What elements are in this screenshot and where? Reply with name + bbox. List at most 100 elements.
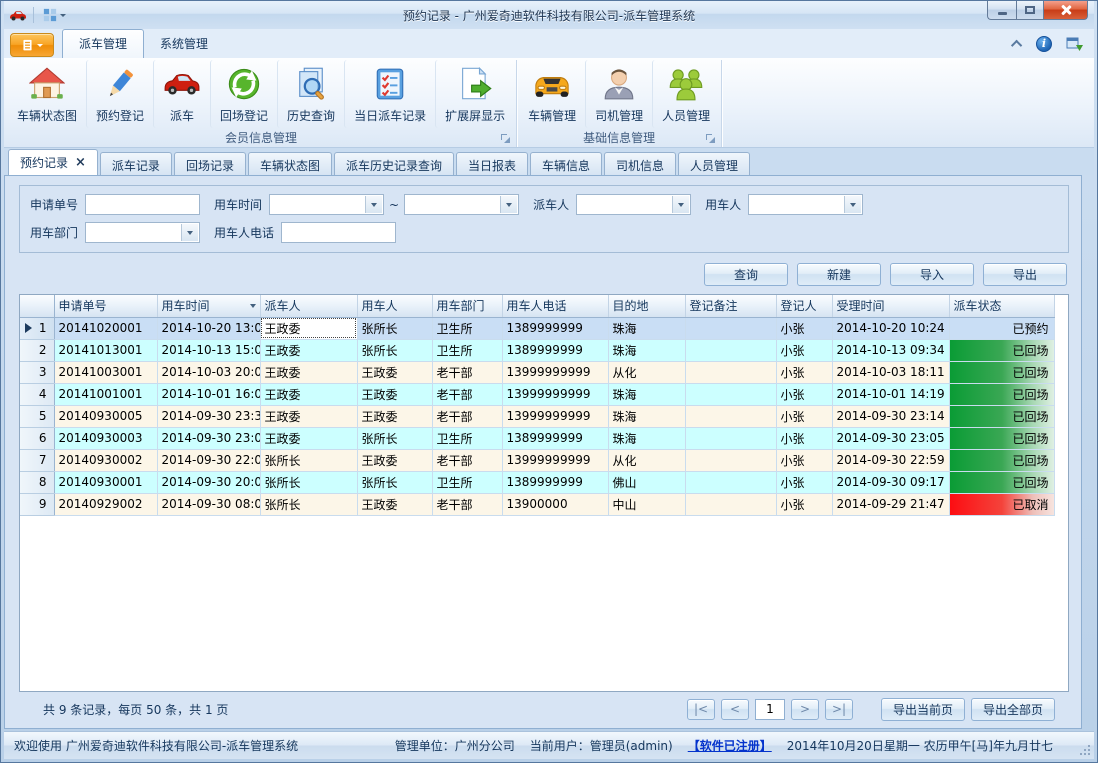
cell-dept[interactable]: 老干部	[432, 493, 502, 515]
cell-accept-time[interactable]: 2014-10-03 18:11	[832, 361, 949, 383]
cell-remark[interactable]	[685, 471, 776, 493]
cell-status[interactable]: 已回场	[949, 405, 1054, 427]
ribbon-button-today-dispatch-records[interactable]: 当日派车记录	[344, 60, 435, 128]
export-button[interactable]: 导出	[983, 263, 1067, 286]
cell-destination[interactable]: 中山	[608, 493, 685, 515]
cell-destination[interactable]: 从化	[608, 361, 685, 383]
cell-user[interactable]: 王政委	[357, 361, 432, 383]
cell-destination[interactable]: 珠海	[608, 317, 685, 339]
cell-phone[interactable]: 1389999999	[502, 471, 608, 493]
cell-dispatcher[interactable]: 王政委	[260, 405, 357, 427]
cell-use-time[interactable]: 2014-10-20 13:00	[157, 317, 260, 339]
cell-use-time[interactable]: 2014-09-30 23:30	[157, 405, 260, 427]
cell-phone[interactable]: 1389999999	[502, 317, 608, 339]
cell-user[interactable]: 王政委	[357, 383, 432, 405]
doc-tab-driver-info[interactable]: 司机信息	[604, 152, 676, 175]
table-row[interactable]: 6 20140930003 2014-09-30 23:00 王政委 张所长 卫…	[20, 427, 1054, 449]
cell-remark[interactable]	[685, 405, 776, 427]
license-status-link[interactable]: 【软件已注册】	[688, 737, 772, 754]
cell-accept-time[interactable]: 2014-09-30 23:05	[832, 427, 949, 449]
export-current-page-button[interactable]: 导出当前页	[881, 698, 965, 721]
cell-destination[interactable]: 佛山	[608, 471, 685, 493]
cell-dispatcher[interactable]: 王政委	[260, 339, 357, 361]
cell-registrar[interactable]: 小张	[776, 339, 832, 361]
row-selector-cell[interactable]: 7	[20, 449, 54, 471]
cell-destination[interactable]: 珠海	[608, 339, 685, 361]
row-selector-cell[interactable]: 8	[20, 471, 54, 493]
cell-order-no[interactable]: 20140930005	[54, 405, 157, 427]
cell-dept[interactable]: 卫生所	[432, 339, 502, 361]
cell-phone[interactable]: 13999999999	[502, 383, 608, 405]
doc-tab-dispatch-history-query[interactable]: 派车历史记录查询	[334, 152, 454, 175]
resize-grip[interactable]	[1088, 753, 1090, 755]
prev-page-button[interactable]: <	[721, 699, 749, 720]
row-selector-cell[interactable]: 2	[20, 339, 54, 361]
cell-phone[interactable]: 13999999999	[502, 449, 608, 471]
table-row[interactable]: 2 20141013001 2014-10-13 15:00 王政委 张所长 卫…	[20, 339, 1054, 361]
chevron-down-icon[interactable]	[365, 196, 382, 213]
cell-destination[interactable]: 珠海	[608, 427, 685, 449]
cell-dept[interactable]: 老干部	[432, 449, 502, 471]
last-page-button[interactable]: >|	[825, 699, 853, 720]
column-header-dispatcher[interactable]: 派车人	[260, 295, 357, 317]
first-page-button[interactable]: |<	[687, 699, 715, 720]
cell-order-no[interactable]: 20141001001	[54, 383, 157, 405]
doc-tab-return-records[interactable]: 回场记录	[174, 152, 246, 175]
table-row[interactable]: 1 20141020001 2014-10-20 13:00 王政委 张所长 卫…	[20, 317, 1054, 339]
column-header-dept[interactable]: 用车部门	[432, 295, 502, 317]
collapse-ribbon-icon[interactable]	[1011, 40, 1022, 51]
cell-registrar[interactable]: 小张	[776, 427, 832, 449]
cell-use-time[interactable]: 2014-10-03 20:00	[157, 361, 260, 383]
cell-status[interactable]: 已回场	[949, 361, 1054, 383]
dialog-launcher-icon[interactable]	[706, 134, 715, 143]
cell-phone[interactable]: 13999999999	[502, 405, 608, 427]
ribbon-button-vehicle-status-map[interactable]: 车辆状态图	[8, 60, 86, 128]
cell-user[interactable]: 王政委	[357, 405, 432, 427]
doc-tab-reservation-records[interactable]: 预约记录	[8, 149, 98, 175]
cell-dept[interactable]: 老干部	[432, 361, 502, 383]
column-header-use-time[interactable]: 用车时间	[157, 295, 260, 317]
cell-use-time[interactable]: 2014-09-30 22:00	[157, 449, 260, 471]
new-button[interactable]: 新建	[797, 263, 881, 286]
cell-destination[interactable]: 从化	[608, 449, 685, 471]
order-no-input[interactable]	[85, 194, 200, 215]
cell-order-no[interactable]: 20141020001	[54, 317, 157, 339]
cell-remark[interactable]	[685, 317, 776, 339]
cell-phone[interactable]: 13999999999	[502, 361, 608, 383]
dept-combo[interactable]	[85, 222, 200, 243]
cell-dispatcher[interactable]: 张所长	[260, 471, 357, 493]
column-header-destination[interactable]: 目的地	[608, 295, 685, 317]
cell-dept[interactable]: 卫生所	[432, 471, 502, 493]
ribbon-button-driver-management[interactable]: 司机管理	[585, 60, 652, 128]
table-row[interactable]: 3 20141003001 2014-10-03 20:00 王政委 王政委 老…	[20, 361, 1054, 383]
cell-user[interactable]: 王政委	[357, 449, 432, 471]
cell-use-time[interactable]: 2014-09-30 08:00	[157, 493, 260, 515]
doc-tab-personnel-management[interactable]: 人员管理	[678, 152, 750, 175]
doc-tab-vehicle-info[interactable]: 车辆信息	[530, 152, 602, 175]
column-header-remark[interactable]: 登记备注	[685, 295, 776, 317]
table-row[interactable]: 8 20140930001 2014-09-30 20:00 张所长 张所长 卫…	[20, 471, 1054, 493]
ribbon-tab-system[interactable]: 系统管理	[144, 30, 224, 58]
ribbon-button-return-registration[interactable]: 回场登记	[210, 60, 277, 128]
phone-input[interactable]	[281, 222, 396, 243]
cell-status[interactable]: 已回场	[949, 427, 1054, 449]
chevron-down-icon[interactable]	[500, 196, 517, 213]
cell-destination[interactable]: 珠海	[608, 383, 685, 405]
cell-phone[interactable]: 13900000	[502, 493, 608, 515]
cell-remark[interactable]	[685, 493, 776, 515]
chevron-down-icon[interactable]	[844, 196, 861, 213]
column-header-user[interactable]: 用车人	[357, 295, 432, 317]
cell-accept-time[interactable]: 2014-09-30 23:14	[832, 405, 949, 427]
doc-tab-dispatch-records[interactable]: 派车记录	[100, 152, 172, 175]
cell-accept-time[interactable]: 2014-09-30 22:59	[832, 449, 949, 471]
cell-registrar[interactable]: 小张	[776, 361, 832, 383]
tab-close-icon[interactable]	[75, 156, 86, 169]
cell-use-time[interactable]: 2014-10-01 16:00	[157, 383, 260, 405]
row-selector-cell[interactable]: 5	[20, 405, 54, 427]
row-selector-cell[interactable]: 1	[20, 317, 54, 339]
cell-registrar[interactable]: 小张	[776, 471, 832, 493]
cell-status[interactable]: 已预约	[949, 317, 1054, 339]
dialog-launcher-icon[interactable]	[501, 134, 510, 143]
cell-user[interactable]: 张所长	[357, 317, 432, 339]
cell-order-no[interactable]: 20140930003	[54, 427, 157, 449]
